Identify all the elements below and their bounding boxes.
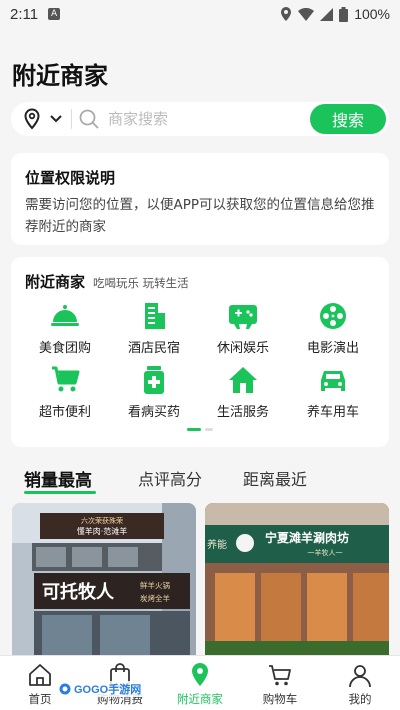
search-button[interactable]: 搜索 bbox=[310, 104, 386, 134]
nav-label: 购物车 bbox=[262, 692, 298, 706]
category-leisure[interactable]: 休闲娱乐 bbox=[197, 301, 289, 357]
battery-icon bbox=[339, 6, 349, 22]
category-label: 电影演出 bbox=[306, 341, 359, 356]
status-time: 2:11 bbox=[10, 5, 39, 23]
shop-photo-2: 养能 宁夏滩羊涮肉坊 一羊牧人一 bbox=[205, 503, 389, 655]
location-icon bbox=[281, 7, 292, 21]
battery-percent: 100% bbox=[354, 6, 390, 22]
film-reel-icon bbox=[320, 303, 346, 329]
tab-underline bbox=[24, 491, 96, 494]
notification-icon: A bbox=[48, 8, 61, 20]
page-dot-active bbox=[187, 428, 201, 431]
search-divider bbox=[71, 109, 72, 129]
category-label: 看病买药 bbox=[127, 405, 180, 420]
cart-icon bbox=[269, 665, 291, 686]
user-icon bbox=[349, 665, 371, 688]
permission-card: 位置权限说明 需要访问您的位置，以便APP可以获取您的位置信息给您推荐附近的商家 bbox=[11, 153, 389, 245]
page-title: 附近商家 bbox=[12, 62, 108, 90]
nav-label: 我的 bbox=[348, 692, 372, 706]
shop-1-banner: 六次荣获殊荣 bbox=[81, 516, 123, 525]
page-dot bbox=[205, 428, 213, 431]
category-label: 超市便利 bbox=[38, 405, 91, 420]
tab-sales[interactable]: 销量最高 bbox=[24, 466, 92, 491]
shop-card-1[interactable]: 六次荣获殊荣 懂羊肉·范滩羊 可托牧人 鲜羊火锅 炭烤全羊 bbox=[12, 503, 196, 655]
shop-1-sign: 可托牧人 bbox=[42, 581, 115, 603]
category-label: 生活服务 bbox=[216, 405, 269, 420]
hotel-building-icon bbox=[145, 303, 165, 329]
nav-mine[interactable]: 我的 bbox=[320, 662, 400, 707]
car-icon bbox=[321, 371, 345, 391]
nav-nearby[interactable]: 附近商家 bbox=[160, 662, 240, 707]
shop-1-sign-side-1: 鲜羊火锅 bbox=[140, 580, 170, 590]
cell-signal-icon bbox=[320, 7, 334, 21]
category-label: 养车用车 bbox=[306, 405, 359, 420]
shop-photo-1: 六次荣获殊荣 懂羊肉·范滩羊 可托牧人 鲜羊火锅 炭烤全羊 bbox=[12, 503, 196, 655]
category-label: 酒店民宿 bbox=[127, 341, 180, 356]
tab-distance[interactable]: 距离最近 bbox=[243, 466, 307, 490]
shop-1-sign-side-2: 炭烤全羊 bbox=[140, 593, 170, 603]
home-icon bbox=[29, 664, 51, 686]
category-header: 附近商家 吃喝玩乐 玩转生活 bbox=[25, 271, 189, 292]
shop-1-banner-2: 懂羊肉·范滩羊 bbox=[77, 526, 128, 536]
status-bar: 2:11 A 100% bbox=[0, 0, 400, 28]
medicine-icon bbox=[144, 366, 164, 394]
shop-2-sign: 宁夏滩羊涮肉坊 bbox=[265, 530, 349, 545]
category-movie[interactable]: 电影演出 bbox=[287, 301, 379, 357]
category-food[interactable]: 美食团购 bbox=[19, 301, 111, 357]
watermark-icon bbox=[59, 683, 71, 695]
gamepad-icon bbox=[229, 305, 257, 329]
category-life-service[interactable]: 生活服务 bbox=[197, 365, 289, 421]
shop-card-2[interactable]: 养能 宁夏滩羊涮肉坊 一羊牧人一 bbox=[205, 503, 389, 655]
shop-2-side: 养能 bbox=[207, 538, 227, 551]
nav-cart[interactable]: 购物车 bbox=[240, 662, 320, 707]
location-pin-icon[interactable] bbox=[23, 108, 41, 130]
category-medicine[interactable]: 看病买药 bbox=[108, 365, 200, 421]
category-hotel[interactable]: 酒店民宿 bbox=[108, 301, 200, 357]
category-label: 美食团购 bbox=[38, 341, 91, 356]
wifi-icon bbox=[298, 7, 315, 21]
search-bar: 搜索 bbox=[11, 102, 389, 136]
page-indicator bbox=[187, 428, 213, 431]
food-cloche-icon bbox=[51, 305, 79, 326]
category-label: 休闲娱乐 bbox=[216, 341, 269, 356]
nav-label: 附近商家 bbox=[177, 692, 223, 706]
permission-text: 需要访问您的位置，以便APP可以获取您的位置信息给您推荐附近的商家 bbox=[25, 197, 375, 235]
shop-2-sign-sub: 一羊牧人一 bbox=[308, 548, 343, 557]
category-supermarket[interactable]: 超市便利 bbox=[19, 365, 111, 421]
chevron-down-icon[interactable] bbox=[49, 114, 63, 124]
category-subtitle: 吃喝玩乐 玩转生活 bbox=[93, 276, 189, 290]
category-title: 附近商家 bbox=[25, 273, 86, 291]
sort-tabs: 销量最高 点评高分 距离最近 bbox=[0, 462, 400, 496]
watermark-logo: GOGO手游网 bbox=[56, 681, 145, 697]
tab-rating[interactable]: 点评高分 bbox=[138, 466, 202, 490]
home-service-icon bbox=[229, 367, 257, 393]
permission-title: 位置权限说明 bbox=[25, 169, 116, 187]
status-icons: 100% bbox=[280, 6, 390, 22]
category-car[interactable]: 养车用车 bbox=[287, 365, 379, 421]
watermark-text: GOGO手游网 bbox=[74, 684, 142, 696]
shopping-cart-icon bbox=[52, 366, 80, 392]
search-icon bbox=[79, 109, 99, 129]
location-pin-icon bbox=[192, 663, 208, 686]
search-input[interactable] bbox=[108, 110, 268, 128]
category-card: 附近商家 吃喝玩乐 玩转生活 美食团购 酒店民宿 休闲娱乐 电影演出 超市便利 … bbox=[11, 257, 389, 447]
